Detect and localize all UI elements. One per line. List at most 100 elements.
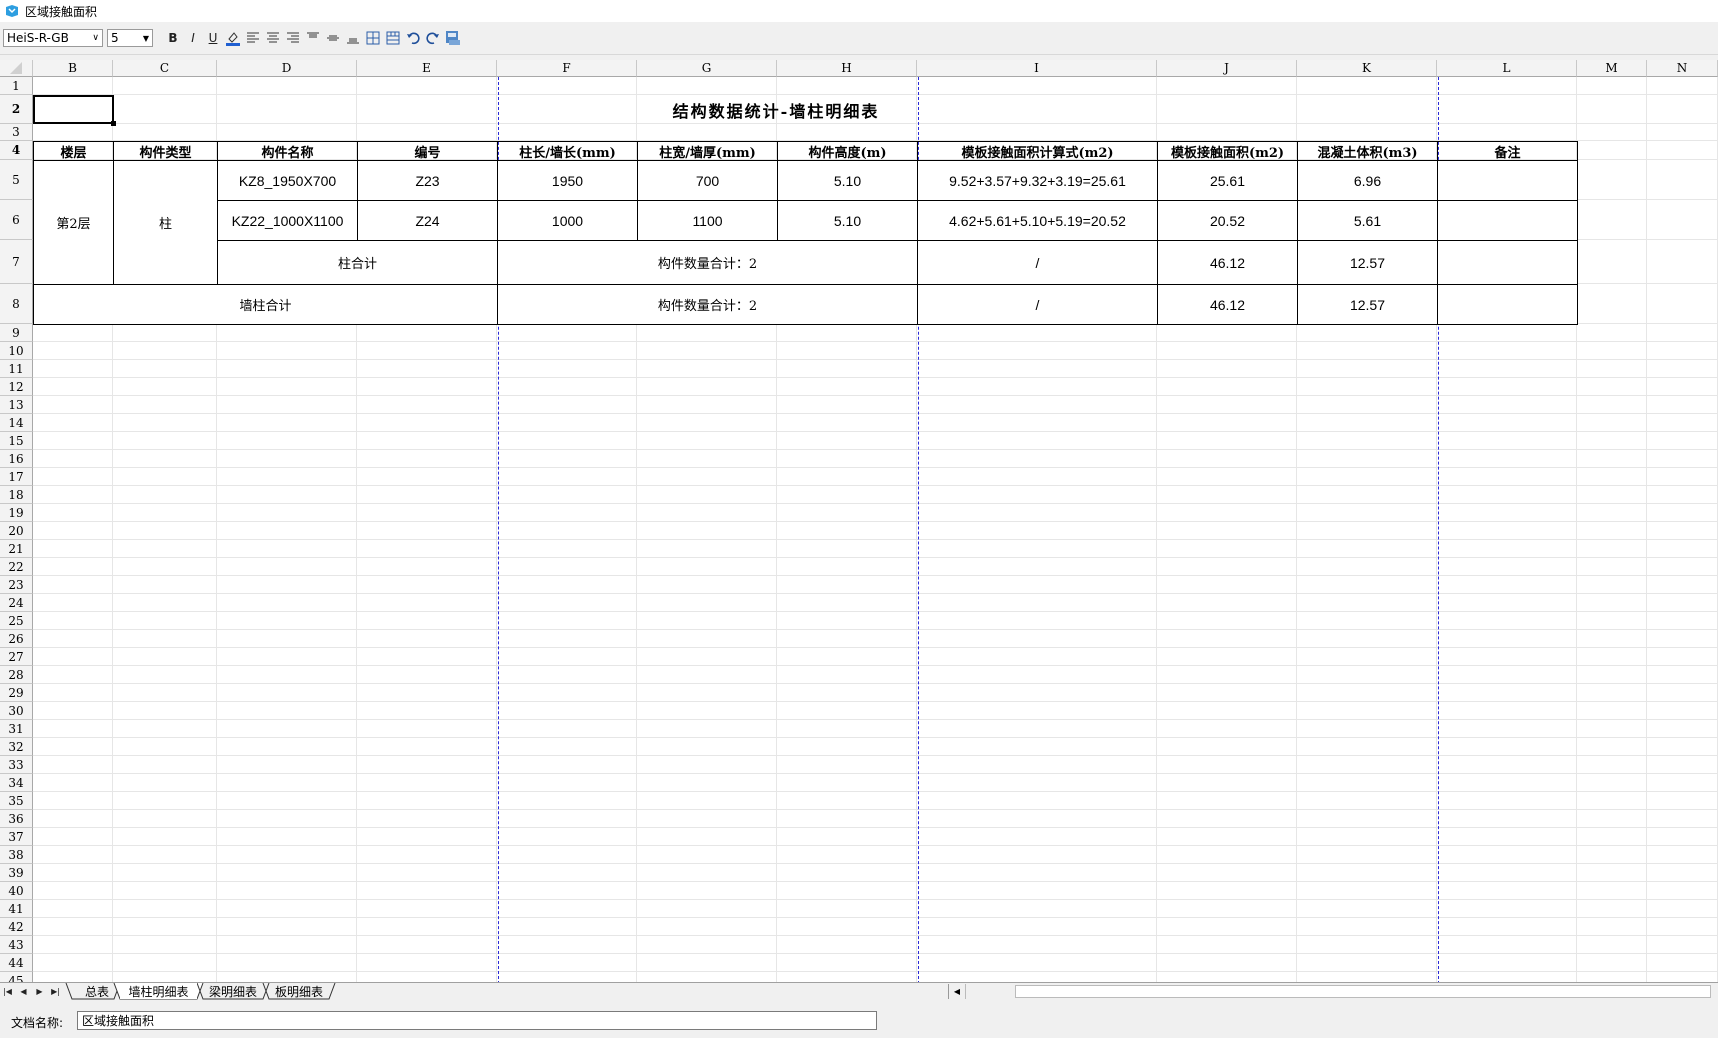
row-header-27[interactable]: 27 <box>0 648 33 666</box>
spreadsheet-grid[interactable]: BCDEFGHIJKLMN 1 2 3 4 5 6 7 8 9 10 11 12 13 14 15 16 17 1… <box>0 60 1718 982</box>
cell-name-2[interactable]: KZ22_1000X1100 <box>217 200 358 241</box>
column-header-k[interactable]: K <box>1297 60 1437 77</box>
cell-width-1[interactable]: 700 <box>637 160 778 201</box>
cell-code-1[interactable]: Z23 <box>357 160 498 201</box>
row-header-30[interactable]: 30 <box>0 702 33 720</box>
column-header-e[interactable]: E <box>357 60 497 77</box>
align-left-button[interactable] <box>243 28 263 48</box>
row-header-43[interactable]: 43 <box>0 936 33 954</box>
column-header-f[interactable]: F <box>497 60 637 77</box>
cell-remark-2[interactable] <box>1437 200 1578 241</box>
row-header-16[interactable]: 16 <box>0 450 33 468</box>
cell-height-1[interactable]: 5.10 <box>777 160 918 201</box>
cell-code-2[interactable]: Z24 <box>357 200 498 241</box>
cell-volume-2[interactable]: 5.61 <box>1297 200 1438 241</box>
row-header-26[interactable]: 26 <box>0 630 33 648</box>
doc-name-field[interactable]: 区域接触面积 <box>77 1011 877 1030</box>
undo-button[interactable] <box>403 28 423 48</box>
column-header-h[interactable]: H <box>777 60 917 77</box>
cell-formula-1[interactable]: 9.52+3.57+9.32+3.19=25.61 <box>917 160 1158 201</box>
row-header-14[interactable]: 14 <box>0 414 33 432</box>
cell-area-2[interactable]: 20.52 <box>1157 200 1298 241</box>
merge-cells-button[interactable] <box>383 28 403 48</box>
selected-cell-b2[interactable] <box>33 95 114 124</box>
cell-name-1[interactable]: KZ8_1950X700 <box>217 160 358 201</box>
row-header-34[interactable]: 34 <box>0 774 33 792</box>
row-header-15[interactable]: 15 <box>0 432 33 450</box>
row-header-36[interactable]: 36 <box>0 810 33 828</box>
underline-button[interactable]: U <box>203 28 223 48</box>
cell-type[interactable]: 柱 <box>113 160 218 285</box>
row-header-23[interactable]: 23 <box>0 576 33 594</box>
cell-total-volume[interactable]: 12.57 <box>1297 284 1438 325</box>
row-header-9[interactable]: 9 <box>0 324 33 342</box>
row-header-21[interactable]: 21 <box>0 540 33 558</box>
row-header-20[interactable]: 20 <box>0 522 33 540</box>
row-header-24[interactable]: 24 <box>0 594 33 612</box>
row-header-3[interactable]: 3 <box>0 124 33 141</box>
cell-total-label[interactable]: 墙柱合计 <box>33 284 498 325</box>
align-middle-button[interactable] <box>323 28 343 48</box>
row-header-4[interactable]: 4 <box>0 141 33 160</box>
cell-subtotal-count[interactable]: 构件数量合计：2 <box>497 240 918 285</box>
row-header-33[interactable]: 33 <box>0 756 33 774</box>
row-header-45[interactable]: 45 <box>0 972 33 982</box>
column-header-b[interactable]: B <box>33 60 113 77</box>
row-header-25[interactable]: 25 <box>0 612 33 630</box>
column-header-n[interactable]: N <box>1647 60 1718 77</box>
cell-width-2[interactable]: 1100 <box>637 200 778 241</box>
cell-area-1[interactable]: 25.61 <box>1157 160 1298 201</box>
borders-button[interactable] <box>363 28 383 48</box>
select-all-corner[interactable] <box>0 60 33 77</box>
row-header-22[interactable]: 22 <box>0 558 33 576</box>
column-header-m[interactable]: M <box>1577 60 1647 77</box>
cell-volume-1[interactable]: 6.96 <box>1297 160 1438 201</box>
row-header-32[interactable]: 32 <box>0 738 33 756</box>
cell-subtotal-remark[interactable] <box>1437 240 1578 285</box>
align-top-button[interactable] <box>303 28 323 48</box>
cell-total-count[interactable]: 构件数量合计：2 <box>497 284 918 325</box>
tab-slab[interactable]: 板明细表 <box>269 983 329 999</box>
column-header-g[interactable]: G <box>637 60 777 77</box>
row-header-13[interactable]: 13 <box>0 396 33 414</box>
scroll-left-button[interactable]: ◀ <box>949 984 966 999</box>
italic-button[interactable]: I <box>183 28 203 48</box>
next-sheet-button[interactable]: ▶ <box>32 983 47 1000</box>
row-header-6[interactable]: 6 <box>0 200 33 240</box>
row-header-40[interactable]: 40 <box>0 882 33 900</box>
bold-button[interactable]: B <box>163 28 183 48</box>
tab-beam[interactable]: 梁明细表 <box>203 983 263 999</box>
cell-total-remark[interactable] <box>1437 284 1578 325</box>
row-header-11[interactable]: 11 <box>0 360 33 378</box>
cell-remark-1[interactable] <box>1437 160 1578 201</box>
row-header-1[interactable]: 1 <box>0 77 33 95</box>
scrollbar-thumb[interactable] <box>1015 985 1711 998</box>
cell-floor[interactable]: 第2层 <box>33 160 114 285</box>
row-header-31[interactable]: 31 <box>0 720 33 738</box>
row-header-2[interactable]: 2 <box>0 95 33 124</box>
row-header-18[interactable]: 18 <box>0 486 33 504</box>
cell-total-area[interactable]: 46.12 <box>1157 284 1298 325</box>
align-center-button[interactable] <box>263 28 283 48</box>
cell-subtotal-area[interactable]: 46.12 <box>1157 240 1298 285</box>
last-sheet-button[interactable]: ▶| <box>48 983 63 1000</box>
column-header-l[interactable]: L <box>1437 60 1577 77</box>
tab-summary[interactable]: 总表 <box>74 983 120 999</box>
column-header-d[interactable]: D <box>217 60 357 77</box>
first-sheet-button[interactable]: |◀ <box>0 983 15 1000</box>
column-header-c[interactable]: C <box>113 60 217 77</box>
fill-color-button[interactable] <box>223 28 243 48</box>
row-header-19[interactable]: 19 <box>0 504 33 522</box>
row-header-41[interactable]: 41 <box>0 900 33 918</box>
row-header-39[interactable]: 39 <box>0 864 33 882</box>
row-header-5[interactable]: 5 <box>0 160 33 200</box>
cell-subtotal-formula[interactable]: / <box>917 240 1158 285</box>
row-header-28[interactable]: 28 <box>0 666 33 684</box>
row-header-12[interactable]: 12 <box>0 378 33 396</box>
row-header-44[interactable]: 44 <box>0 954 33 972</box>
cell-subtotal-label[interactable]: 柱合计 <box>217 240 498 285</box>
cell-length-2[interactable]: 1000 <box>497 200 638 241</box>
row-header-7[interactable]: 7 <box>0 240 33 284</box>
row-header-38[interactable]: 38 <box>0 846 33 864</box>
font-name-select[interactable]: HeiS-R-GB ∨ <box>3 29 103 47</box>
